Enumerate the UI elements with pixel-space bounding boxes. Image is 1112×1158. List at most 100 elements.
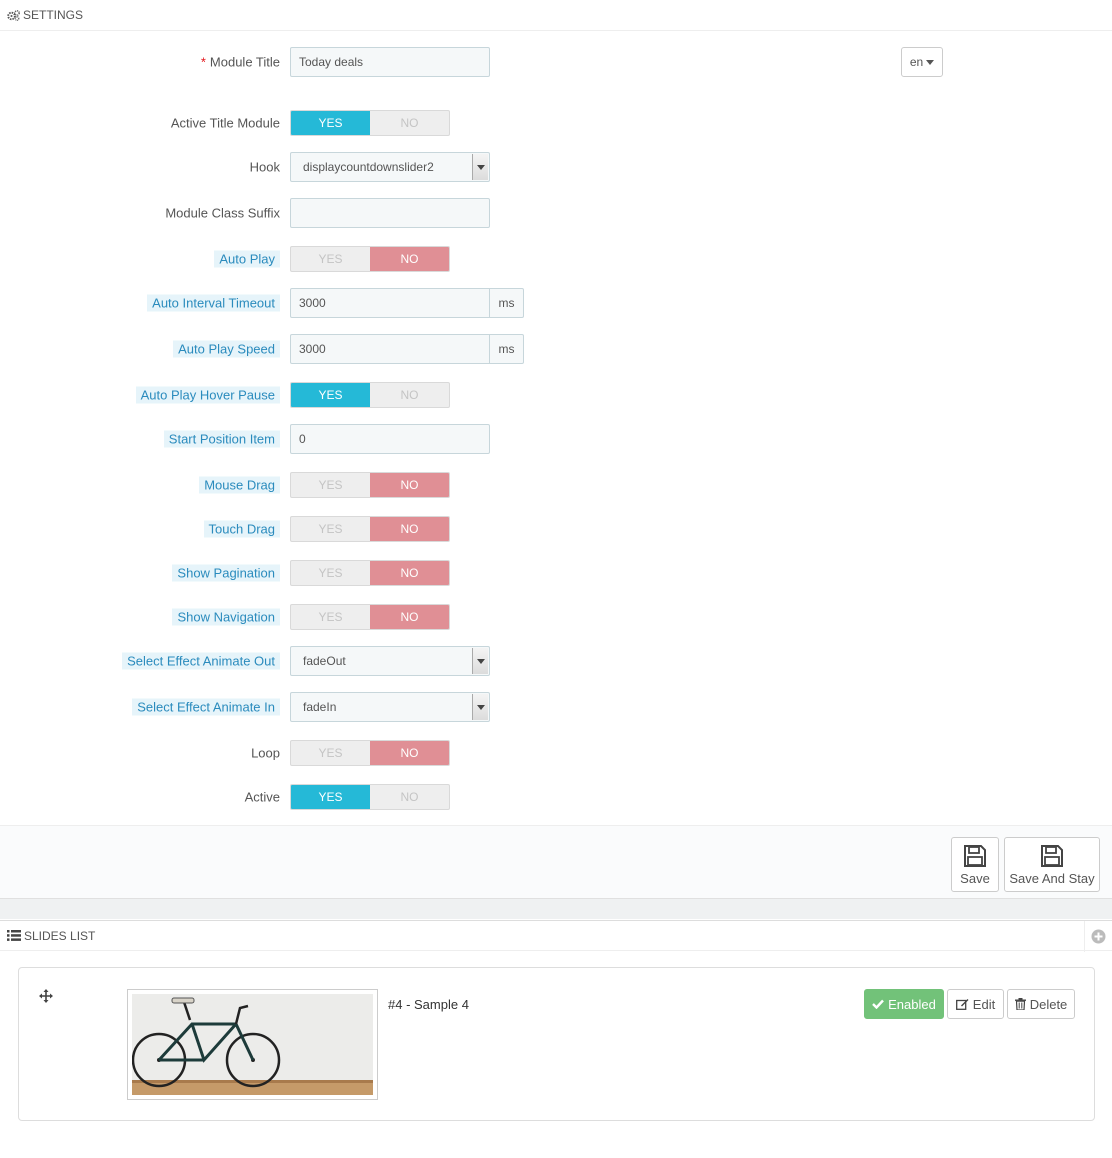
language-code: en [909,55,924,69]
slide-item: #4 - Sample 4 Enabled Edit Delete [18,967,1095,1121]
mouse-drag-row: Mouse Drag YES NO [0,470,1112,500]
loop-row: Loop YES NO [0,738,1112,768]
switch-no[interactable]: NO [370,785,449,809]
switch-no[interactable]: NO [370,605,449,629]
auto-play-speed-label: Auto Play Speed [173,340,280,358]
slide-delete-button[interactable]: Delete [1007,989,1075,1019]
switch-no[interactable]: NO [370,517,449,541]
touch-drag-row: Touch Drag YES NO [0,514,1112,544]
select-arrow-icon [472,694,488,720]
start-position-item-label: Start Position Item [163,430,280,448]
touch-drag-label: Touch Drag [203,520,280,538]
save-and-stay-label: Save And Stay [1009,870,1095,886]
module-class-suffix-label: Module Class Suffix [165,205,280,221]
auto-play-speed-input[interactable]: 3000 [290,334,490,364]
effect-in-select[interactable]: fadeIn [290,692,490,722]
settings-panel-header: SETTINGS [0,0,1112,31]
loop-label: Loop [251,745,280,761]
auto-play-row: Auto Play YES NO [0,244,1112,274]
slides-panel-header: SLIDES LIST [0,920,1112,951]
auto-interval-timeout-input[interactable]: 3000 [290,288,490,318]
trash-icon [1014,998,1026,1010]
caret-down-icon [926,59,935,65]
auto-play-label: Auto Play [214,250,280,268]
auto-interval-timeout-row: Auto Interval Timeout 3000 ms [0,288,1112,318]
auto-play-hover-pause-switch[interactable]: YES NO [290,382,450,408]
show-pagination-row: Show Pagination YES NO [0,558,1112,588]
show-navigation-label: Show Navigation [172,608,280,626]
effect-out-row: Select Effect Animate Out fadeOut [0,646,1112,676]
loop-switch[interactable]: YES NO [290,740,450,766]
module-title-label: * Module Title [201,55,280,70]
switch-yes[interactable]: YES [291,517,370,541]
ms-unit-addon: ms [489,288,524,318]
auto-play-hover-pause-row: Auto Play Hover Pause YES NO [0,380,1112,410]
effect-in-label: Select Effect Animate In [132,698,280,716]
hook-select[interactable]: displaycountdownslider2 [290,152,490,182]
hook-row: Hook displaycountdownslider2 [0,152,1112,182]
module-class-suffix-row: Module Class Suffix [0,198,1112,228]
edit-icon [955,999,969,1010]
effect-out-select[interactable]: fadeOut [290,646,490,676]
form-footer: Save Save And Stay [0,825,1112,899]
ms-unit-addon: ms [489,334,524,364]
slide-thumbnail [127,989,378,1100]
move-handle-icon[interactable] [39,989,53,1006]
auto-interval-timeout-label: Auto Interval Timeout [147,294,280,312]
active-title-module-switch[interactable]: YES NO [290,110,450,136]
switch-yes[interactable]: YES [291,605,370,629]
switch-no[interactable]: NO [370,111,449,135]
hook-label: Hook [249,159,280,175]
add-slide-button[interactable] [1084,921,1112,952]
switch-yes[interactable]: YES [291,111,370,135]
switch-yes[interactable]: YES [291,383,370,407]
switch-yes[interactable]: YES [291,741,370,765]
required-mark: * [200,54,206,70]
settings-title: SETTINGS [23,8,84,22]
section-divider [0,899,1112,919]
switch-no[interactable]: NO [370,473,449,497]
save-label: Save [960,870,990,886]
delete-label: Delete [1029,996,1068,1012]
auto-play-switch[interactable]: YES NO [290,246,450,272]
show-navigation-switch[interactable]: YES NO [290,604,450,630]
module-class-suffix-input[interactable] [290,198,490,228]
switch-yes[interactable]: YES [291,473,370,497]
switch-no[interactable]: NO [370,247,449,271]
plus-circle-icon [1091,929,1106,944]
slide-enabled-button[interactable]: Enabled [864,989,944,1019]
effect-out-selected-value: fadeOut [303,654,346,668]
save-and-stay-button[interactable]: Save And Stay [1004,837,1100,892]
switch-yes[interactable]: YES [291,785,370,809]
start-position-item-row: Start Position Item 0 [0,424,1112,454]
start-position-item-input[interactable]: 0 [290,424,490,454]
slide-edit-button[interactable]: Edit [947,989,1004,1019]
save-button[interactable]: Save [951,837,999,892]
touch-drag-switch[interactable]: YES NO [290,516,450,542]
cogs-icon [7,9,20,21]
show-navigation-row: Show Navigation YES NO [0,602,1112,632]
edit-label: Edit [972,996,996,1012]
switch-yes[interactable]: YES [291,247,370,271]
language-dropdown-button[interactable]: en [901,47,943,77]
mouse-drag-label: Mouse Drag [199,476,280,494]
effect-out-label: Select Effect Animate Out [122,652,280,670]
select-arrow-icon [472,154,488,180]
save-icon [964,844,986,867]
active-title-module-row: Active Title Module YES NO [0,108,1112,138]
active-label: Active [244,789,280,805]
module-title-input[interactable]: Today deals [290,47,490,77]
switch-yes[interactable]: YES [291,561,370,585]
show-pagination-switch[interactable]: YES NO [290,560,450,586]
enabled-label: Enabled [888,996,936,1012]
switch-no[interactable]: NO [370,383,449,407]
hook-selected-value: displaycountdownslider2 [303,160,434,174]
active-switch[interactable]: YES NO [290,784,450,810]
module-title-row: * Module Title Today deals [0,47,1112,77]
effect-in-row: Select Effect Animate In fadeIn [0,692,1112,722]
check-icon [872,999,885,1009]
switch-no[interactable]: NO [370,741,449,765]
switch-no[interactable]: NO [370,561,449,585]
mouse-drag-switch[interactable]: YES NO [290,472,450,498]
effect-in-selected-value: fadeIn [303,700,337,714]
